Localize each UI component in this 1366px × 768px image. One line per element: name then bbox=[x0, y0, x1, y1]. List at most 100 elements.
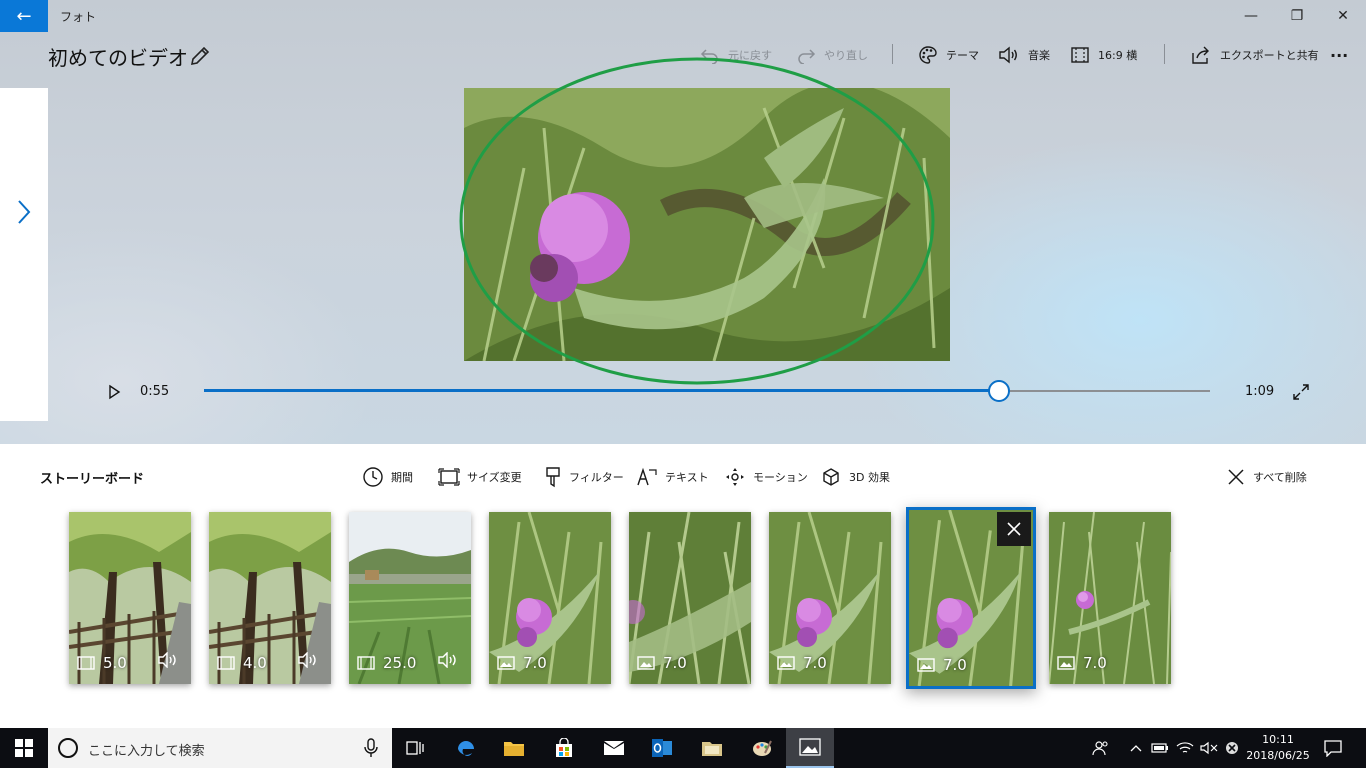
app-name: フォト bbox=[60, 10, 97, 24]
taskbar-search-box[interactable]: ここに入力して検索 bbox=[48, 728, 392, 768]
taskbar-photos[interactable] bbox=[786, 728, 834, 768]
windows-logo-icon bbox=[15, 739, 33, 757]
resize-button[interactable]: サイズ変更 bbox=[438, 466, 522, 488]
title-bar: ← フォト — ❐ ✕ bbox=[0, 0, 1366, 32]
close-icon bbox=[1228, 469, 1244, 485]
music-label: 音楽 bbox=[1028, 49, 1050, 62]
storyboard-clip[interactable]: 7.0 bbox=[906, 507, 1036, 689]
delete-all-button[interactable]: すべて削除 bbox=[1226, 466, 1307, 488]
taskbar-edge[interactable] bbox=[442, 728, 490, 768]
close-window-button[interactable]: ✕ bbox=[1320, 0, 1366, 32]
blocked-circle-icon bbox=[1226, 742, 1238, 754]
toolbar-divider bbox=[1164, 44, 1165, 64]
storyboard-clip[interactable]: 5.0 bbox=[69, 512, 191, 684]
clip-duration-value: 5.0 bbox=[103, 654, 127, 672]
wifi-icon bbox=[1176, 742, 1194, 753]
taskbar-store[interactable] bbox=[540, 728, 588, 768]
aspect-ratio-icon bbox=[1071, 47, 1089, 63]
text-icon bbox=[637, 467, 657, 486]
motion-button[interactable]: モーション bbox=[724, 466, 808, 488]
show-hidden-icons-button[interactable] bbox=[1126, 728, 1146, 768]
people-icon bbox=[1092, 741, 1108, 756]
clip-duration-value: 25.0 bbox=[383, 654, 417, 672]
resize-label: サイズ変更 bbox=[467, 471, 522, 484]
video-clip-icon bbox=[357, 656, 375, 670]
taskbar-folder-app[interactable] bbox=[688, 728, 736, 768]
aspect-ratio-label: 16:9 横 bbox=[1098, 49, 1138, 62]
storyboard-clip[interactable]: 7.0 bbox=[489, 512, 611, 684]
image-clip-icon bbox=[497, 656, 515, 670]
music-button[interactable]: 音楽 bbox=[998, 44, 1050, 66]
cortana-icon bbox=[58, 738, 78, 758]
folder-icon bbox=[504, 742, 524, 756]
clip-duration-value: 7.0 bbox=[1083, 654, 1107, 672]
preview-area: ← フォト — ❐ ✕ 初めてのビデオ 元に戻す やり直し テーマ 音楽 16:… bbox=[0, 0, 1366, 444]
battery-indicator[interactable] bbox=[1150, 728, 1170, 768]
duration-button[interactable]: 期間 bbox=[362, 466, 413, 488]
storyboard-clip[interactable]: 25.0 bbox=[349, 512, 471, 684]
motion-label: モーション bbox=[753, 471, 808, 484]
3d-effects-button[interactable]: 3D 効果 bbox=[820, 466, 890, 488]
project-title: 初めてのビデオ bbox=[48, 46, 188, 70]
more-icon: ··· bbox=[1330, 45, 1349, 65]
audio-speaker-icon bbox=[298, 652, 316, 668]
export-share-button[interactable]: エクスポートと共有 bbox=[1190, 44, 1319, 66]
network-indicator[interactable] bbox=[1174, 728, 1196, 768]
duration-label: 期間 bbox=[391, 471, 413, 484]
taskbar: ここに入力して検索 10:11 2018/06/25 bbox=[0, 728, 1366, 768]
theme-label: テーマ bbox=[946, 49, 979, 62]
resize-icon bbox=[438, 468, 460, 486]
text-button[interactable]: テキスト bbox=[636, 466, 709, 488]
speaker-icon bbox=[999, 46, 1017, 64]
clip-duration-value: 7.0 bbox=[943, 656, 967, 674]
volume-indicator[interactable] bbox=[1198, 728, 1220, 768]
taskbar-file-explorer[interactable] bbox=[490, 728, 538, 768]
store-bag-icon bbox=[556, 738, 572, 757]
action-center-button[interactable] bbox=[1320, 728, 1346, 768]
share-icon bbox=[1192, 46, 1209, 64]
fullscreen-icon[interactable] bbox=[1292, 383, 1310, 401]
microphone-icon[interactable] bbox=[364, 738, 378, 758]
filter-icon bbox=[546, 467, 560, 488]
taskbar-paint[interactable] bbox=[738, 728, 786, 768]
more-options-button[interactable]: ··· bbox=[1330, 44, 1348, 66]
clip-duration: 25.0 bbox=[357, 654, 416, 672]
seek-bar[interactable] bbox=[204, 380, 1210, 402]
storyboard-clip[interactable]: 4.0 bbox=[209, 512, 331, 684]
play-icon[interactable] bbox=[106, 383, 122, 401]
minimize-button[interactable]: — bbox=[1228, 0, 1274, 32]
clip-duration: 7.0 bbox=[637, 654, 687, 672]
clip-duration: 5.0 bbox=[77, 654, 127, 672]
chevron-right-icon[interactable] bbox=[14, 198, 34, 226]
clip-duration-value: 7.0 bbox=[523, 654, 547, 672]
seek-thumb[interactable] bbox=[987, 380, 1010, 402]
aspect-ratio-button[interactable]: 16:9 横 bbox=[1070, 44, 1137, 66]
image-clip-icon bbox=[917, 658, 935, 672]
notification-status[interactable] bbox=[1222, 728, 1242, 768]
clock-date: 2018/06/25 bbox=[1246, 749, 1310, 762]
storyboard-clip[interactable]: 7.0 bbox=[1049, 512, 1171, 684]
rename-pencil-icon[interactable] bbox=[188, 44, 212, 68]
storyboard-clip[interactable]: 7.0 bbox=[769, 512, 891, 684]
back-arrow-icon: ← bbox=[16, 5, 32, 27]
text-label: テキスト bbox=[665, 471, 709, 484]
back-button[interactable]: ← bbox=[0, 0, 48, 32]
chevron-up-icon bbox=[1130, 745, 1142, 752]
audio-speaker-icon bbox=[438, 652, 456, 668]
taskbar-outlook[interactable] bbox=[638, 728, 686, 768]
clip-duration: 7.0 bbox=[497, 654, 547, 672]
filter-label: フィルター bbox=[569, 471, 624, 484]
taskbar-mail[interactable] bbox=[590, 728, 638, 768]
task-view-button[interactable] bbox=[392, 728, 440, 768]
maximize-button[interactable]: ❐ bbox=[1274, 0, 1320, 32]
storyboard-clip[interactable]: 7.0 bbox=[629, 512, 751, 684]
battery-icon bbox=[1151, 743, 1168, 753]
start-button[interactable] bbox=[0, 728, 48, 768]
remove-clip-button[interactable] bbox=[997, 512, 1031, 546]
close-icon bbox=[1007, 522, 1021, 536]
people-button[interactable] bbox=[1090, 728, 1112, 768]
filter-button[interactable]: フィルター bbox=[544, 466, 624, 488]
taskbar-clock[interactable]: 10:11 2018/06/25 bbox=[1246, 732, 1310, 764]
outlook-icon bbox=[652, 739, 672, 757]
video-clip-icon bbox=[77, 656, 95, 670]
